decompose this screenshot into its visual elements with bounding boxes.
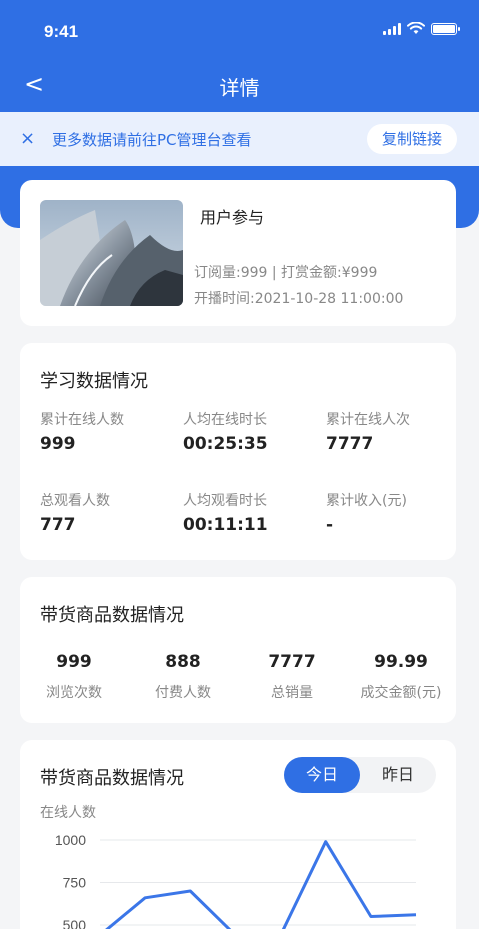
- status-time: 9:41: [44, 22, 79, 41]
- goods-stat-label: 付费人数: [155, 685, 211, 701]
- stat-label: 人均观看时长: [183, 493, 267, 509]
- stat-avg-online-time: 人均在线时长 00:25:35: [183, 409, 323, 454]
- stat-value: 7777: [326, 434, 374, 454]
- y-tick-label: 1000: [55, 832, 86, 848]
- stat-label: 人均在线时长: [183, 412, 267, 428]
- close-icon[interactable]: ×: [20, 128, 35, 149]
- status-icons: [383, 22, 460, 35]
- goods-stat-total-sales: 7777 总销量: [238, 652, 346, 702]
- goods-stat-value: 999: [56, 652, 92, 672]
- stat-label: 累计在线人次: [326, 412, 410, 428]
- goods-stat-value: 7777: [268, 652, 316, 672]
- y-tick-label: 750: [63, 875, 87, 891]
- goods-stat-views: 999 浏览次数: [20, 652, 128, 702]
- page-title: 详情: [219, 76, 260, 100]
- stat-avg-watch-time: 人均观看时长 00:11:11: [183, 490, 323, 535]
- goods-stat-paid-users: 888 付费人数: [129, 652, 237, 702]
- learning-title: 学习数据情况: [40, 371, 148, 392]
- goods-stat-value: 99.99: [374, 652, 428, 672]
- stat-total-online: 累计在线人数 999: [40, 409, 180, 454]
- wifi-icon: [407, 22, 425, 34]
- app-header: 9:41 < 详情: [0, 0, 479, 112]
- stat-value: -: [326, 515, 334, 535]
- stat-label: 累计在线人数: [40, 412, 124, 428]
- stat-total-viewers: 总观看人数 777: [40, 490, 180, 535]
- y-tick-label: 500: [63, 917, 87, 929]
- learning-stats-card: 学习数据情况 累计在线人数 999 人均在线时长 00:25:35 累计在线人次…: [20, 343, 456, 560]
- stat-total-income: 累计收入(元) -: [326, 490, 466, 535]
- goods-stat-label: 成交金额(元): [360, 685, 442, 701]
- stat-label: 累计收入(元): [326, 493, 407, 509]
- goods-chart-card: 带货商品数据情况 今日 昨日 在线人数 1000 750 500: [20, 740, 456, 929]
- course-title: 用户参与: [200, 208, 265, 227]
- goods-stats-card: 带货商品数据情况 999 浏览次数 888 付费人数 7777 总销量 99.9…: [20, 577, 456, 723]
- goods-stat-deal-amount: 99.99 成交金额(元): [345, 652, 457, 702]
- series-line: [105, 840, 417, 929]
- course-card[interactable]: 用户参与 订阅量:999 | 打赏金额:¥999 开播时间:2021-10-28…: [20, 180, 456, 326]
- stat-value: 00:25:35: [183, 434, 268, 454]
- stat-value: 999: [40, 434, 76, 454]
- goods-stat-value: 888: [165, 652, 201, 672]
- goods-title: 带货商品数据情况: [40, 605, 184, 626]
- goods-stat-label: 总销量: [271, 685, 313, 701]
- battery-icon: [431, 22, 460, 35]
- online-users-chart: 1000 750 500: [55, 832, 417, 929]
- notice-text: 更多数据请前往PC管理台查看: [52, 131, 252, 149]
- course-meta-start-time: 开播时间:2021-10-28 11:00:00: [194, 291, 404, 307]
- stat-total-online-visits: 累计在线人次 7777: [326, 409, 466, 454]
- copy-link-button[interactable]: 复制链接: [367, 124, 457, 154]
- stat-label: 总观看人数: [40, 493, 110, 509]
- course-meta-subscription: 订阅量:999 | 打赏金额:¥999: [194, 265, 378, 281]
- course-thumbnail: [40, 200, 183, 306]
- stat-value: 00:11:11: [183, 515, 268, 535]
- goods-stat-label: 浏览次数: [46, 685, 102, 701]
- notice-bar: × 更多数据请前往PC管理台查看 复制链接: [0, 112, 479, 166]
- stat-value: 777: [40, 515, 76, 535]
- signal-icon: [383, 22, 401, 35]
